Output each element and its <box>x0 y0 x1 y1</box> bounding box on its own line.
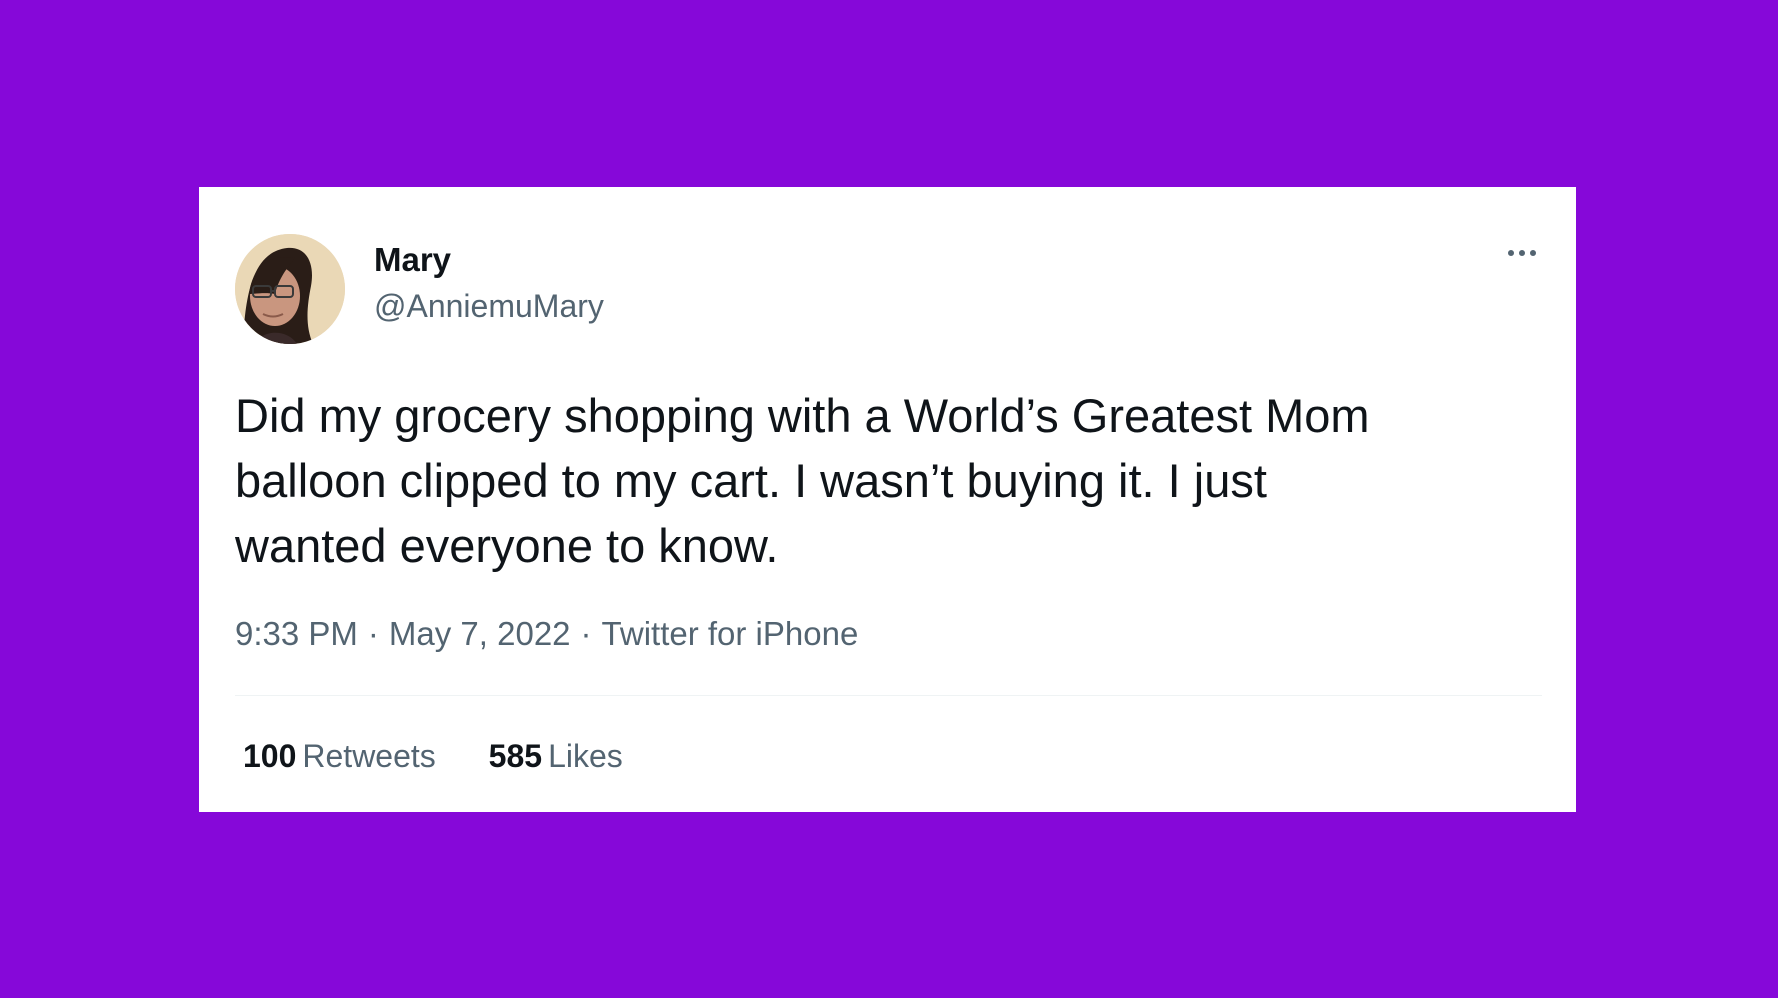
separator: · <box>367 615 379 652</box>
user-handle[interactable]: @AnniemuMary <box>374 290 604 322</box>
retweets-stat[interactable]: 100 Retweets <box>243 740 436 772</box>
ellipsis-icon <box>1508 250 1514 256</box>
ellipsis-icon <box>1519 250 1525 256</box>
retweets-count: 100 <box>243 738 297 774</box>
more-options-button[interactable] <box>1500 241 1544 265</box>
tweet-stats: 100 Retweets 585 Likes <box>243 740 667 772</box>
tweet-source[interactable]: Twitter for iPhone <box>602 617 859 650</box>
likes-label: Likes <box>548 738 623 774</box>
retweets-label: Retweets <box>302 738 436 774</box>
tweet-date[interactable]: May 7, 2022 <box>389 617 571 650</box>
ellipsis-icon <box>1530 250 1536 256</box>
tweet-metadata: 9:33 PM · May 7, 2022 · Twitter for iPhone <box>235 617 858 650</box>
tweet-card: Mary @AnniemuMary Did my grocery shoppin… <box>199 187 1576 812</box>
likes-count: 585 <box>488 738 543 774</box>
tweet-text: Did my grocery shopping with a World’s G… <box>235 389 1370 572</box>
avatar[interactable] <box>235 234 345 344</box>
divider <box>235 695 1542 696</box>
likes-stat[interactable]: 585 Likes <box>489 740 623 772</box>
separator: · <box>580 615 592 652</box>
profile-photo-icon <box>235 234 345 344</box>
display-name[interactable]: Mary <box>374 243 451 276</box>
tweet-time[interactable]: 9:33 PM <box>235 617 358 650</box>
